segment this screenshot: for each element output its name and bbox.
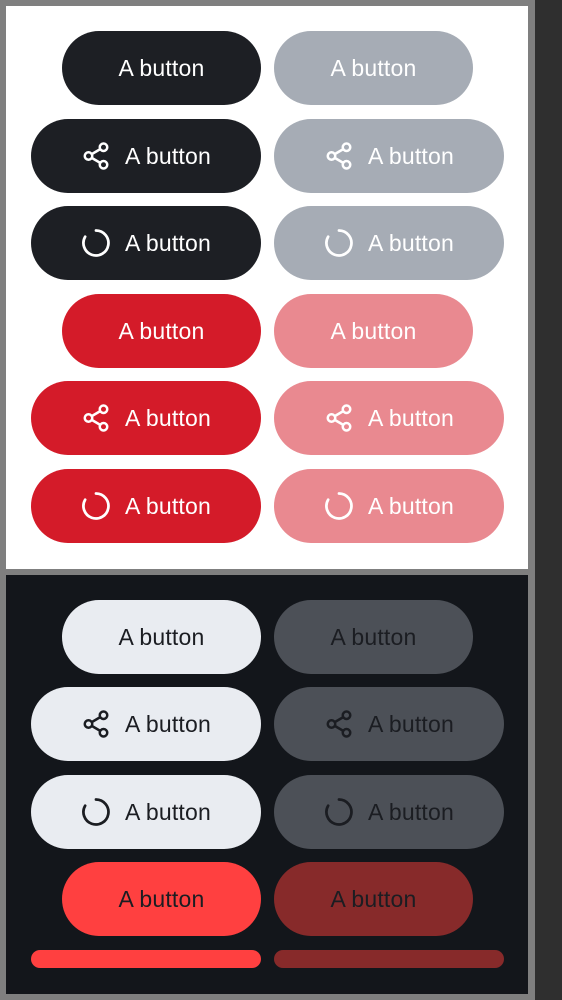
spinner-icon [324,797,354,827]
button-label: A button [124,142,211,169]
button-label: A button [330,54,417,81]
share-icon [324,709,354,739]
button-label: A button [124,404,211,431]
button-label: A button [118,885,205,912]
button-label: A button [367,710,454,737]
spinner-icon [81,228,111,258]
button-label: A button [124,492,211,519]
bright-red-button-partial[interactable] [31,950,261,968]
bright-red-button-disabled-partial[interactable] [274,950,504,968]
spinner-icon [324,491,354,521]
light-button-disabled[interactable]: A button [274,600,473,674]
light-theme-panel: A button A button A button A button A bu… [6,6,528,569]
light-button[interactable]: A button [62,600,261,674]
spinner-icon [81,797,111,827]
button-label: A button [367,404,454,431]
light-loading-button[interactable]: A button [31,775,261,849]
dark-share-button-disabled[interactable]: A button [274,119,504,193]
dark-loading-button[interactable]: A button [31,206,261,280]
button-label: A button [367,492,454,519]
button-label: A button [330,317,417,344]
share-icon [81,403,111,433]
share-icon [324,403,354,433]
spinner-icon [81,491,111,521]
share-icon [81,141,111,171]
button-label: A button [124,710,211,737]
button-label: A button [367,142,454,169]
dark-share-button[interactable]: A button [31,119,261,193]
bright-red-button[interactable]: A button [62,862,261,936]
button-label: A button [118,54,205,81]
dark-theme-panel: A button A button A button A button A bu… [6,575,528,994]
bright-red-button-disabled[interactable]: A button [274,862,473,936]
spinner-icon [324,228,354,258]
light-share-button-disabled[interactable]: A button [274,687,504,761]
red-loading-button-disabled[interactable]: A button [274,469,504,543]
light-loading-button-disabled[interactable]: A button [274,775,504,849]
button-label: A button [124,798,211,825]
red-button-disabled[interactable]: A button [274,294,473,368]
light-share-button[interactable]: A button [31,687,261,761]
dark-loading-button-disabled[interactable]: A button [274,206,504,280]
share-icon [81,709,111,739]
red-loading-button[interactable]: A button [31,469,261,543]
button-label: A button [330,623,417,650]
button-label: A button [118,623,205,650]
button-label: A button [118,317,205,344]
window-edge [535,0,562,1000]
red-share-button-disabled[interactable]: A button [274,381,504,455]
button-label: A button [367,798,454,825]
dark-button[interactable]: A button [62,31,261,105]
red-button[interactable]: A button [62,294,261,368]
button-label: A button [330,885,417,912]
button-label: A button [124,229,211,256]
button-label: A button [367,229,454,256]
share-icon [324,141,354,171]
dark-button-disabled[interactable]: A button [274,31,473,105]
red-share-button[interactable]: A button [31,381,261,455]
